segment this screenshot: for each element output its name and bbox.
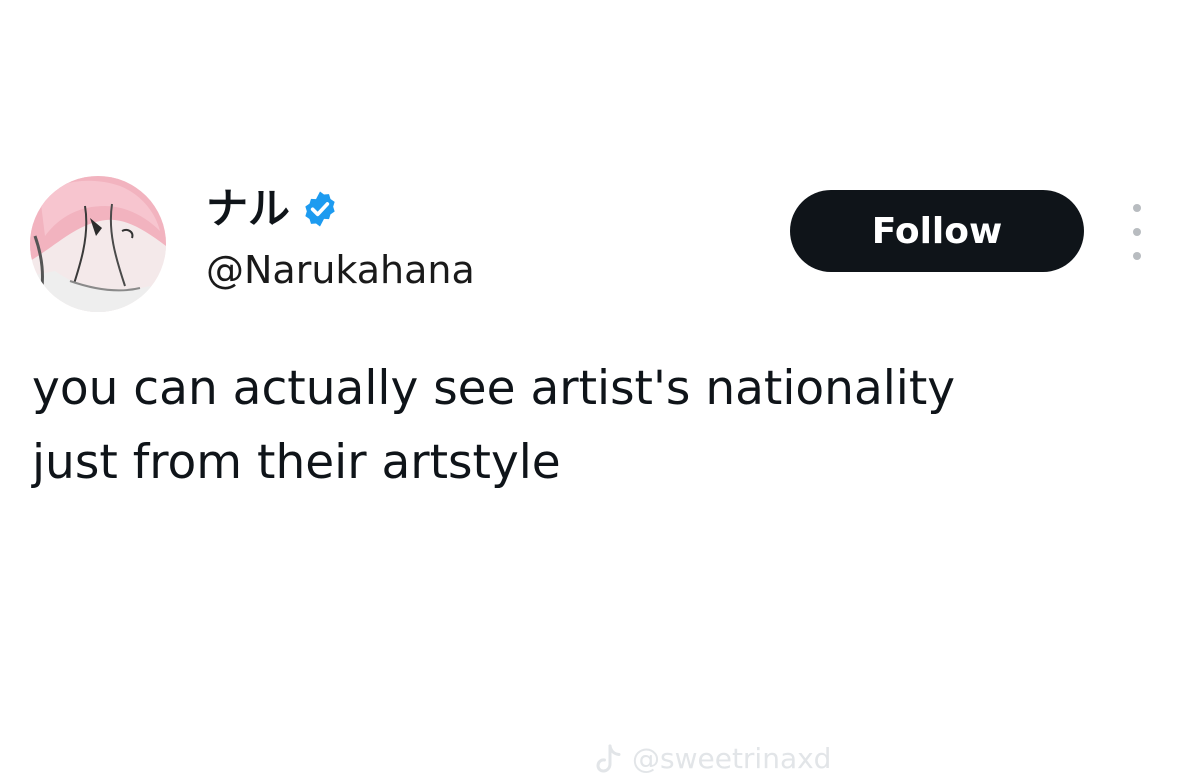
- more-dot: [1133, 204, 1141, 212]
- display-name-row: ナル: [206, 180, 340, 238]
- watermark: @sweetrinaxd: [596, 742, 831, 775]
- tiktok-icon: [596, 744, 622, 774]
- more-dot: [1133, 228, 1141, 236]
- follow-button[interactable]: Follow: [790, 190, 1084, 272]
- watermark-text: @sweetrinaxd: [632, 742, 832, 775]
- more-options-icon[interactable]: [1124, 204, 1150, 260]
- more-dot: [1133, 252, 1141, 260]
- display-name[interactable]: ナル: [206, 188, 290, 230]
- user-handle[interactable]: @Narukahana: [206, 249, 475, 292]
- avatar[interactable]: [30, 176, 166, 312]
- post-card: ナル @Narukahana Follow you can actually s…: [0, 0, 1180, 780]
- avatar-image: [30, 176, 166, 312]
- verified-badge-icon: [300, 189, 340, 229]
- post-text: you can actually see artist's nationalit…: [32, 361, 956, 490]
